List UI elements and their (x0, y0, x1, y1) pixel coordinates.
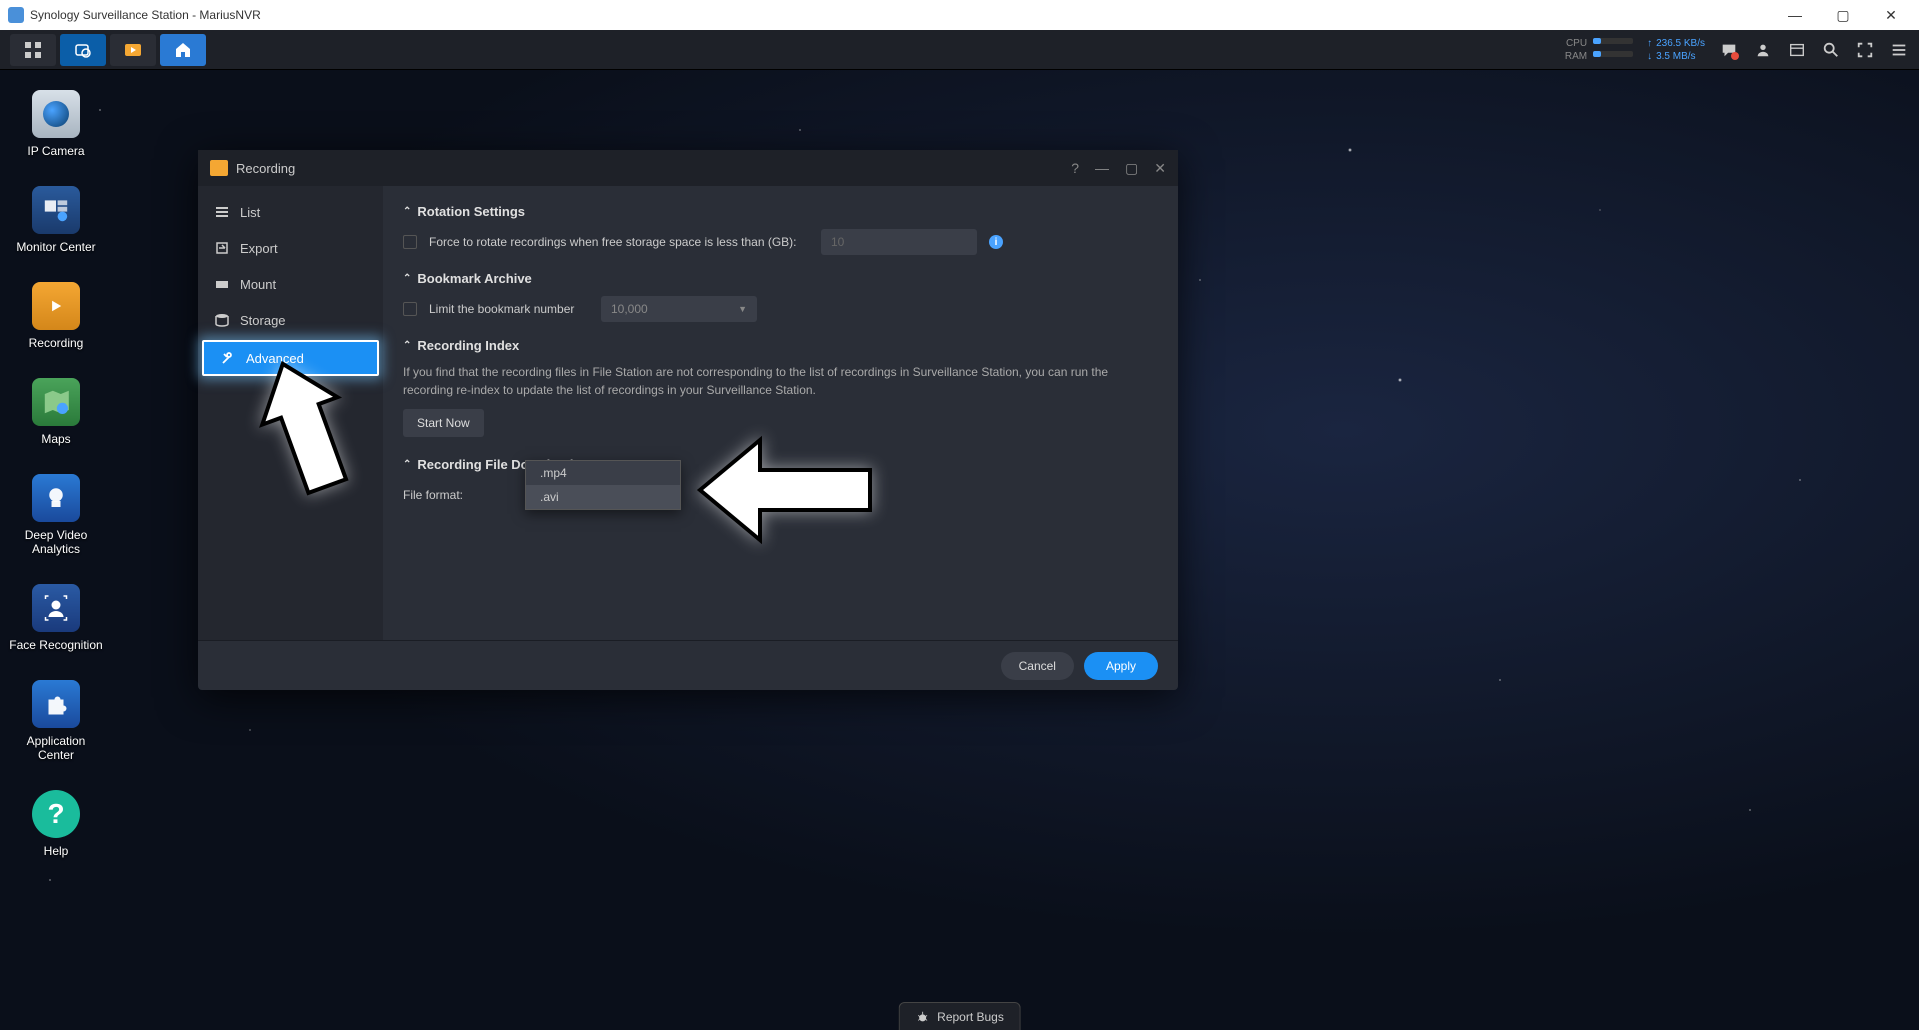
index-description: If you find that the recording files in … (403, 363, 1158, 399)
help-icon: ? (32, 790, 80, 838)
help-button[interactable]: ? (1071, 160, 1079, 177)
desktop-icons: IP Camera Monitor Center Recording Maps … (8, 90, 104, 858)
info-icon[interactable]: i (989, 235, 1003, 249)
bookmark-checkbox[interactable] (403, 302, 417, 316)
cpu-bar (1593, 38, 1633, 44)
desk-icon-monitor-center[interactable]: Monitor Center (8, 186, 104, 254)
format-option-avi[interactable]: .avi (526, 485, 680, 509)
format-dropdown: .mp4 .avi (525, 460, 681, 510)
desk-icon-recording[interactable]: Recording (8, 282, 104, 350)
bug-icon (915, 1010, 929, 1024)
chevron-down-icon: ⌃ (403, 273, 411, 284)
arrow-annotation-left (245, 350, 375, 510)
bookmark-label: Limit the bookmark number (429, 302, 589, 316)
sidebar-item-mount[interactable]: Mount (198, 266, 383, 302)
chevron-down-icon: ⌃ (403, 459, 411, 470)
bookmark-limit-select[interactable]: 10,000▼ (601, 296, 757, 322)
sidebar-item-list[interactable]: List (198, 194, 383, 230)
list-icon (214, 204, 230, 220)
maximize-button[interactable]: ▢ (1823, 7, 1863, 24)
desk-icon-help[interactable]: ?Help (8, 790, 104, 858)
window-controls: — ▢ ✕ (1775, 7, 1911, 24)
camera-lens-icon (32, 90, 80, 138)
folder-play-icon (32, 282, 80, 330)
chevron-down-icon: ⌃ (403, 206, 411, 217)
desk-icon-face[interactable]: Face Recognition (8, 584, 104, 652)
desk-icon-appcenter[interactable]: Application Center (8, 680, 104, 762)
desk-icon-ip-camera[interactable]: IP Camera (8, 90, 104, 158)
sidebar-item-export[interactable]: Export (198, 230, 383, 266)
notification-dot (1731, 52, 1739, 60)
chevron-down-icon: ⌃ (403, 340, 411, 351)
chevron-down-icon: ▼ (738, 304, 747, 314)
rotation-checkbox[interactable] (403, 235, 417, 249)
minimize-button[interactable]: — (1775, 7, 1815, 24)
rotation-label: Force to rotate recordings when free sto… (429, 235, 809, 249)
minimize-button[interactable]: — (1095, 160, 1109, 177)
tools-icon (220, 350, 236, 366)
section-bookmark[interactable]: ⌃Bookmark Archive (403, 271, 1158, 286)
report-bugs-button[interactable]: Report Bugs (898, 1002, 1021, 1030)
os-title: Synology Surveillance Station - MariusNV… (30, 8, 261, 22)
desk-icon-analytics[interactable]: Deep Video Analytics (8, 474, 104, 556)
sidebar-item-storage[interactable]: Storage (198, 302, 383, 338)
close-button[interactable]: ✕ (1154, 160, 1166, 177)
brain-icon (32, 474, 80, 522)
os-titlebar: Synology Surveillance Station - MariusNV… (0, 0, 1919, 30)
start-now-button[interactable]: Start Now (403, 409, 484, 437)
desk-icon-maps[interactable]: Maps (8, 378, 104, 446)
export-icon (214, 240, 230, 256)
map-icon (32, 378, 80, 426)
section-index[interactable]: ⌃Recording Index (403, 338, 1158, 353)
window-header[interactable]: Recording ? — ▢ ✕ (198, 150, 1178, 186)
desktop: CPU RAM ↑236.5 KB/s ↓3.5 MB/s IP Camera … (0, 30, 1919, 1030)
format-label: File format: (403, 488, 513, 502)
rotation-gb-input[interactable] (821, 229, 977, 255)
close-button[interactable]: ✕ (1871, 7, 1911, 24)
section-rotation[interactable]: ⌃Rotation Settings (403, 204, 1158, 219)
cancel-button[interactable]: Cancel (1001, 652, 1074, 680)
ram-bar (1593, 51, 1633, 57)
notifications-button[interactable] (1719, 40, 1739, 60)
content-area: ⌃Rotation Settings Force to rotate recor… (383, 186, 1178, 640)
app-icon (8, 7, 24, 23)
arrow-annotation-right (690, 425, 890, 565)
mount-icon (214, 276, 230, 292)
storage-icon (214, 312, 230, 328)
monitor-icon (32, 186, 80, 234)
face-icon (32, 584, 80, 632)
window-title: Recording (236, 161, 295, 176)
maximize-button[interactable]: ▢ (1125, 160, 1138, 177)
apply-button[interactable]: Apply (1084, 652, 1158, 680)
format-option-mp4[interactable]: .mp4 (526, 461, 680, 485)
folder-icon (210, 160, 228, 176)
puzzle-icon (32, 680, 80, 728)
window-footer: Cancel Apply (198, 640, 1178, 690)
